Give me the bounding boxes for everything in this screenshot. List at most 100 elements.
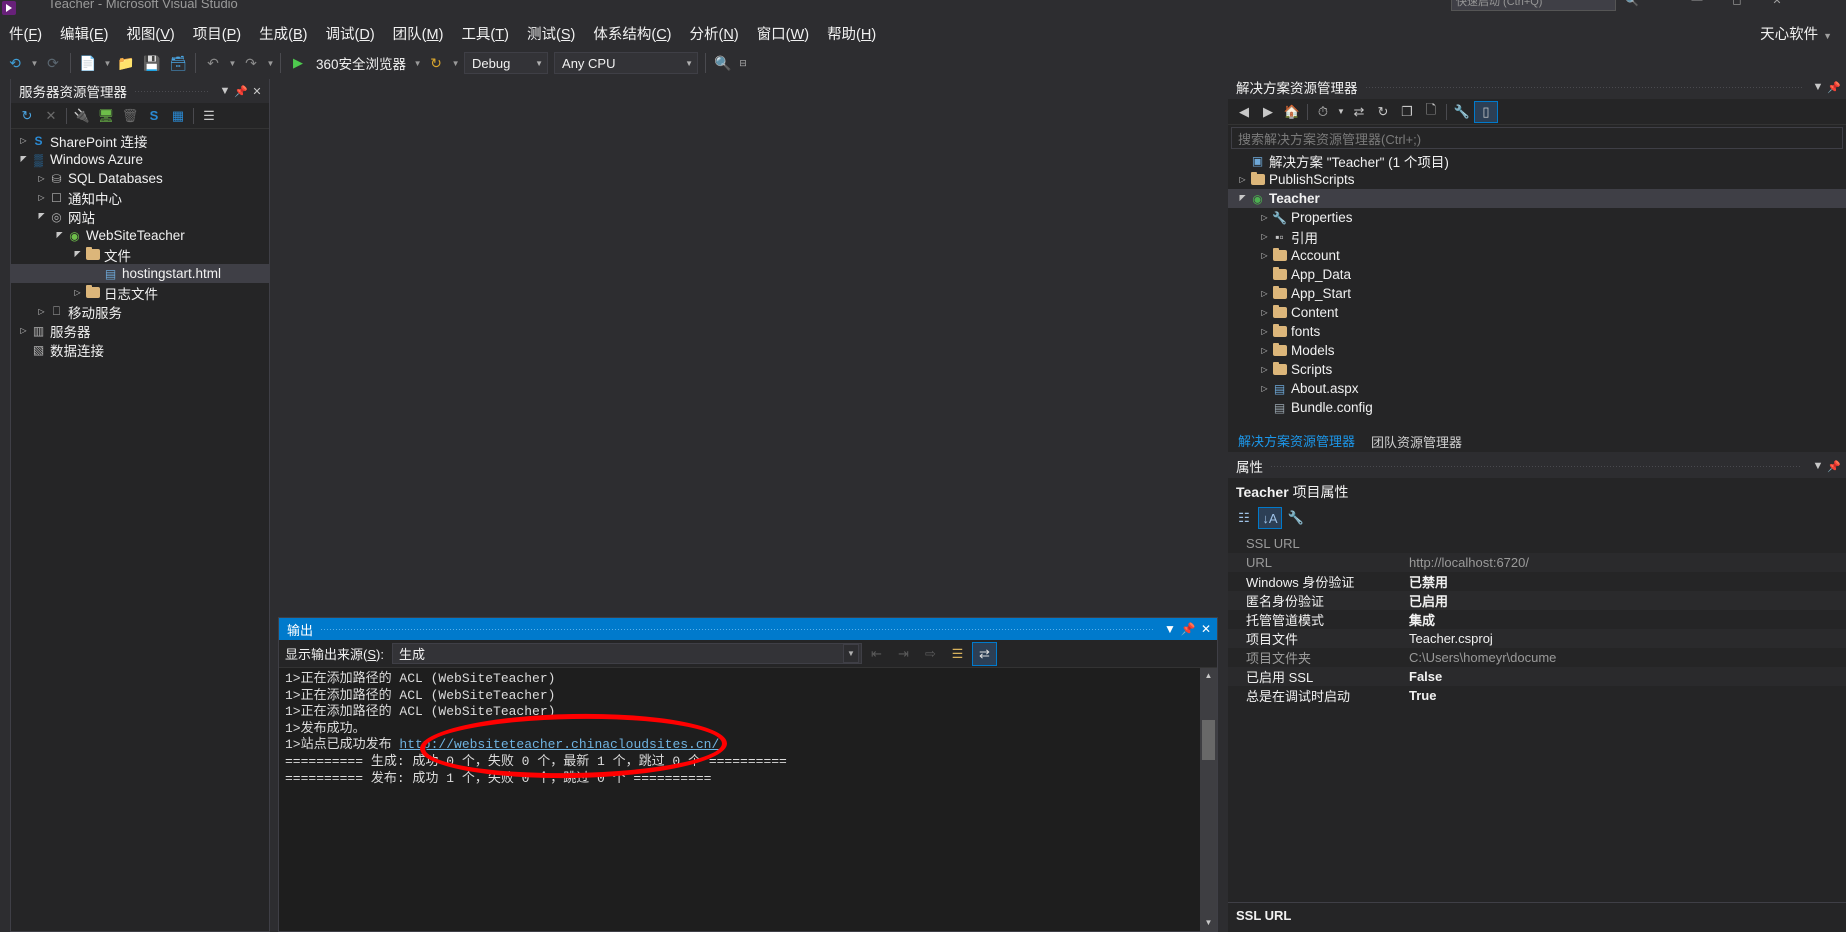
tree-item[interactable]: App_Data [1228,265,1846,284]
solution-explorer-tree[interactable]: ▣ 解决方案 "Teacher" (1 个项目) ▷ PublishScripts ◢ ◉… [1228,149,1846,417]
navigate-backward-button[interactable]: ⟲ [3,51,27,75]
menu-test[interactable]: 测试(S) [518,20,584,47]
save-icon[interactable]: 💾 [140,51,164,75]
menu-architecture[interactable]: 体系结构(C) [584,20,680,47]
tree-item[interactable]: ▷ Scripts [1228,360,1846,379]
stop-icon[interactable]: ✕ [39,105,63,127]
property-row[interactable]: 匿名身份验证 已启用 [1228,591,1846,610]
tab-solution-explorer[interactable]: 解决方案资源管理器 [1230,429,1364,453]
undo-icon[interactable]: ↶ [201,51,225,75]
expand-arrow-icon[interactable]: ▷ [1258,308,1271,317]
property-value[interactable]: http://localhost:6720/ [1403,555,1846,570]
expand-arrow-icon[interactable]: ▷ [17,136,30,145]
expand-arrow-icon[interactable]: ▷ [1258,213,1271,222]
tree-item[interactable]: ▷ ☐ 通知中心 [11,188,269,207]
tree-item[interactable]: ▤ hostingstart.html [11,264,269,283]
tree-item[interactable]: ▧ 数据连接 [11,340,269,359]
alphabetical-icon[interactable]: ↓A [1258,507,1282,529]
tree-item[interactable]: ▷ fonts [1228,322,1846,341]
menu-edit[interactable]: 编辑(E) [51,20,117,47]
pending-changes-dropdown[interactable]: ▼ [1335,101,1347,123]
property-row[interactable]: URL http://localhost:6720/ [1228,553,1846,572]
property-row[interactable]: 已启用 SSL False [1228,667,1846,686]
open-file-icon[interactable]: 📁 [114,51,138,75]
tab-team-explorer[interactable]: 团队资源管理器 [1363,430,1470,453]
pin-icon[interactable]: 📌 [1826,81,1842,94]
collapse-arrow-icon[interactable]: ◢ [1236,194,1249,203]
expand-arrow-icon[interactable]: ▷ [1258,346,1271,355]
forward-icon[interactable]: ▶ [1256,101,1280,123]
add-server-icon[interactable]: 🖥 [94,105,118,127]
maximize-icon[interactable]: ◻ [1730,0,1744,8]
menu-analyze[interactable]: 分析(N) [681,20,748,47]
property-pages-icon[interactable]: 🔧 [1284,507,1308,529]
chevron-down-icon[interactable]: ▼ [1810,81,1826,93]
tree-item[interactable]: ◢ ▒ Windows Azure [11,150,269,169]
tree-item[interactable]: ▷ App_Start [1228,284,1846,303]
menu-window[interactable]: 窗口(W) [748,20,818,47]
find-in-files-icon[interactable]: 🔍 [711,51,735,75]
close-window-icon[interactable]: ✕ [1770,0,1784,8]
pin-icon[interactable]: 📌 [1179,622,1197,636]
minimize-icon[interactable]: — [1690,0,1704,8]
tree-item[interactable]: ▷ 日志文件 [11,283,269,302]
menu-tools[interactable]: 工具(T) [452,20,518,47]
tree-item[interactable]: ▷ ▤ About.aspx [1228,379,1846,398]
chevron-down-icon[interactable]: ▼ [1161,622,1179,636]
clear-all-icon[interactable]: ☰ [945,642,970,666]
solution-explorer-search-input[interactable]: 搜索解决方案资源管理器(Ctrl+;) [1231,127,1843,149]
chevron-down-icon[interactable]: ▼ [217,85,233,97]
object-browser-icon[interactable]: ☰ [197,105,221,127]
refresh-dropdown[interactable]: ▼ [450,51,460,75]
new-project-icon[interactable]: 📄 [76,51,100,75]
collapse-arrow-icon[interactable]: ◢ [71,250,84,259]
tree-item[interactable]: ▷ ⎕ 移动服务 [11,302,269,321]
property-row[interactable]: 项目文件 Teacher.csproj [1228,629,1846,648]
menu-file[interactable]: 件(F) [0,20,51,47]
close-icon[interactable]: ✕ [1197,622,1215,636]
properties-icon[interactable]: 🔧 [1450,101,1474,123]
new-project-dropdown[interactable]: ▼ [102,51,112,75]
properties-grid[interactable]: SSL URL URL http://localhost:6720/Windows … [1228,534,1846,705]
property-row[interactable]: SSL URL [1228,534,1846,553]
chevron-down-icon[interactable]: ▼ [1810,460,1826,472]
undo-dropdown[interactable]: ▼ [227,51,237,75]
property-value[interactable]: C:\Users\homeyr\docume [1403,650,1846,665]
pin-icon[interactable]: 📌 [1826,460,1842,473]
expand-arrow-icon[interactable]: ▷ [1258,232,1271,241]
expand-arrow-icon[interactable]: ▷ [1236,175,1249,184]
account-menu[interactable]: 天心软件 ▼ [1760,23,1832,44]
expand-arrow-icon[interactable]: ▷ [35,193,48,202]
scrollbar-thumb[interactable] [1202,720,1215,760]
tree-item[interactable]: ▷ PublishScripts [1228,170,1846,189]
collapse-arrow-icon[interactable]: ◢ [17,155,30,164]
expand-arrow-icon[interactable]: ▷ [1258,327,1271,336]
sharepoint-icon[interactable]: S [142,105,166,127]
tree-item[interactable]: ▷ ▪▫ 引用 [1228,227,1846,246]
scroll-up-icon[interactable]: ▲ [1200,668,1217,684]
goto-previous-message-icon[interactable]: ⇤ [864,642,889,666]
tree-item[interactable]: ▷ ▥ 服务器 [11,321,269,340]
toggle-word-wrap-icon[interactable]: ⇄ [971,641,997,666]
home-icon[interactable]: 🏠 [1280,101,1304,123]
tree-item[interactable]: ◢ ◉ WebSiteTeacher [11,226,269,245]
menu-build[interactable]: 生成(B) [250,20,316,47]
published-site-link[interactable]: http://websiteteacher.chinacloudsites.cn… [399,737,719,752]
tree-item[interactable]: ▤ Bundle.config [1228,398,1846,417]
collapse-arrow-icon[interactable]: ◢ [53,231,66,240]
preview-selected-items-icon[interactable]: ▯ [1474,100,1498,123]
property-value[interactable]: 已启用 [1403,591,1846,610]
tree-item[interactable]: ▷ Account [1228,246,1846,265]
menu-help[interactable]: 帮助(H) [818,20,885,47]
start-debugging-icon[interactable]: ▶ [286,51,310,75]
categorized-icon[interactable]: ☷ [1232,507,1256,529]
quick-launch-search-icon[interactable]: 🔍 [1625,0,1639,8]
tree-item[interactable]: ▷ Content [1228,303,1846,322]
scroll-down-icon[interactable]: ▼ [1200,915,1217,931]
tree-item[interactable]: ▷ ⛁ SQL Databases [11,169,269,188]
start-debug-target-dropdown[interactable]: ▼ [412,51,422,75]
pending-changes-icon[interactable]: ⏱ [1311,101,1335,123]
chevron-down-icon[interactable]: ▼ [842,644,859,663]
connect-database-icon[interactable]: 🔌 [70,105,94,127]
close-icon[interactable]: ✕ [249,85,265,98]
